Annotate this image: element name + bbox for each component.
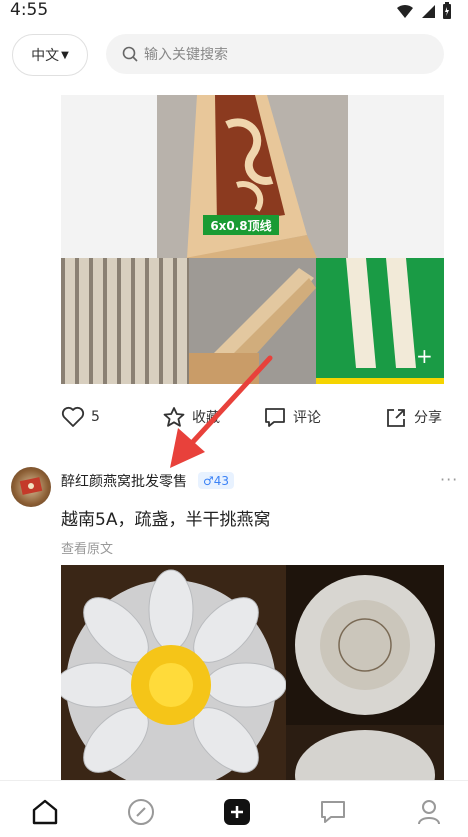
author-name[interactable]: 醉红颜燕窝批发零售 — [61, 471, 187, 491]
birds-nest-drawing — [61, 565, 444, 780]
more-options-icon[interactable]: ··· — [440, 470, 458, 489]
view-original-link[interactable]: 查看原文 — [61, 538, 113, 557]
comment-label: 评论 — [293, 410, 321, 426]
nav-messages[interactable] — [318, 797, 348, 827]
share-button[interactable]: 分享 — [384, 406, 442, 428]
favorite-label: 收藏 — [192, 410, 220, 426]
thumb-stacked-moulding[interactable] — [61, 258, 189, 384]
favorite-button[interactable]: 收藏 — [162, 406, 220, 428]
thumb-green-moulding[interactable]: + — [316, 258, 444, 384]
nav-home[interactable] — [30, 797, 60, 827]
add-icon — [224, 799, 250, 825]
share-icon — [387, 409, 405, 427]
nav-discover[interactable] — [126, 797, 156, 827]
search-box[interactable]: 输入关键搜索 — [106, 34, 444, 74]
status-bar: 4:55 — [0, 0, 468, 24]
bottom-navigation — [0, 780, 468, 837]
post1-image-row: + — [61, 258, 444, 384]
nav-profile[interactable] — [414, 797, 444, 827]
post-content: 越南5A，疏盏，半干挑燕窝 — [61, 510, 271, 530]
like-button[interactable]: 5 — [61, 406, 100, 428]
share-label: 分享 — [414, 410, 442, 426]
post2-image[interactable] — [61, 565, 444, 780]
search-placeholder: 输入关键搜索 — [144, 47, 228, 63]
star-icon — [163, 407, 185, 427]
language-label: 中文 — [31, 48, 60, 64]
home-icon — [32, 799, 58, 825]
svg-text:+: + — [416, 344, 433, 368]
heart-icon — [61, 406, 85, 427]
discover-icon — [128, 799, 154, 825]
like-count: 5 — [91, 409, 100, 425]
thumb-angle-moulding[interactable] — [189, 258, 316, 384]
gender-age-badge: ♂43 — [198, 472, 235, 489]
wifi-icon — [397, 4, 413, 18]
wood-moulding-image[interactable]: 6x0.8顶线 — [157, 95, 348, 258]
status-time: 4:55 — [10, 0, 49, 20]
status-icons — [396, 2, 452, 20]
comment-icon — [265, 408, 285, 427]
language-selector-button[interactable]: 中文 ▼ — [12, 34, 88, 76]
comment-button[interactable]: 评论 — [263, 406, 321, 428]
profile-icon — [418, 800, 440, 825]
nav-add[interactable] — [222, 797, 252, 827]
author-avatar[interactable] — [11, 467, 51, 507]
post1-action-row: 5 收藏 评论 分享 — [0, 400, 468, 438]
battery-icon — [443, 2, 451, 19]
search-icon — [122, 46, 138, 62]
top-bar: 中文 ▼ 输入关键搜索 — [0, 30, 468, 80]
image-caption-badge: 6x0.8顶线 — [203, 215, 279, 235]
messages-icon — [321, 801, 345, 823]
caret-down-icon: ▼ — [61, 49, 69, 61]
post1-image-top[interactable]: 6x0.8顶线 — [61, 95, 444, 258]
signal-icon — [422, 5, 435, 18]
